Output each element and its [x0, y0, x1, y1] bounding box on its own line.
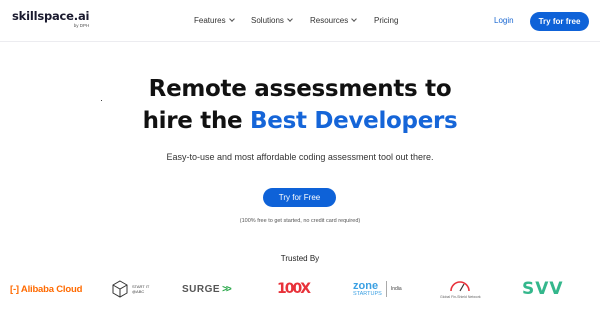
zone-wordmark: zone STARTUPS	[353, 280, 382, 298]
hero-subtitle: Easy-to-use and most affordable coding a…	[166, 152, 434, 162]
global-network-logo: Global Fin-Shield Network	[440, 272, 481, 306]
login-link[interactable]: Login	[494, 16, 514, 25]
menu-pricing[interactable]: Pricing	[374, 16, 398, 25]
alibaba-text: Alibaba Cloud	[20, 283, 83, 295]
trusted-logos-row: [-] Alibaba Cloud START IT @ABC SURGE >>…	[0, 272, 600, 306]
chevron-down-icon	[351, 16, 358, 22]
hero-title-line1: Remote assessments to	[148, 76, 452, 102]
zone-text: zone	[353, 280, 379, 292]
100x-logo: 100X	[277, 281, 311, 297]
alibaba-icon: [-]	[10, 283, 19, 295]
chevron-down-icon	[287, 16, 293, 22]
free-note: (100% free to get started, no credit car…	[239, 218, 361, 224]
menu-label: Pricing	[374, 16, 399, 25]
gauge-icon	[450, 281, 471, 292]
hero-title-prefix: hire the	[142, 108, 251, 134]
double-arrow-icon: >>	[222, 283, 232, 295]
logo-subtext: by DPH	[73, 23, 90, 28]
global-network-text: Global Fin-Shield Network	[440, 295, 481, 299]
menu-resources[interactable]: Resources	[310, 16, 358, 25]
region-text: India	[390, 286, 402, 292]
divider	[385, 281, 387, 297]
svv-logo: SVV	[522, 279, 564, 299]
menu-label: Solutions	[251, 16, 284, 25]
brand-logo[interactable]: skillspace.ai by DPH	[12, 10, 89, 29]
top-navigation: skillspace.ai by DPH Features Solutions …	[0, 0, 600, 42]
trusted-by-heading: Trusted By	[280, 254, 320, 263]
surge-logo: SURGE >>	[182, 272, 232, 306]
menu-features[interactable]: Features	[194, 16, 235, 25]
hero-title-line2: hire the Best Developers	[0, 108, 600, 134]
menu-label: Features	[194, 16, 226, 25]
start-it-text: START IT @ABC	[132, 284, 150, 294]
alibaba-cloud-logo: [-] Alibaba Cloud	[10, 272, 82, 306]
startups-text: STARTUPS	[353, 291, 382, 297]
logo-text: skillspace.ai	[12, 9, 90, 23]
try-for-free-hero-button[interactable]: Try for Free	[263, 188, 336, 207]
surge-text: SURGE	[182, 283, 221, 295]
start-it-logo: START IT @ABC	[112, 272, 154, 306]
chevron-down-icon	[228, 16, 235, 22]
menu-solutions[interactable]: Solutions	[251, 16, 293, 25]
hero-title-accent: Best Developers	[250, 108, 458, 134]
menu-label: Resources	[310, 16, 349, 25]
cube-icon	[112, 280, 128, 298]
try-for-free-nav-button[interactable]: Try for free	[530, 12, 589, 31]
zone-startups-logo: zone STARTUPS India	[353, 272, 402, 306]
